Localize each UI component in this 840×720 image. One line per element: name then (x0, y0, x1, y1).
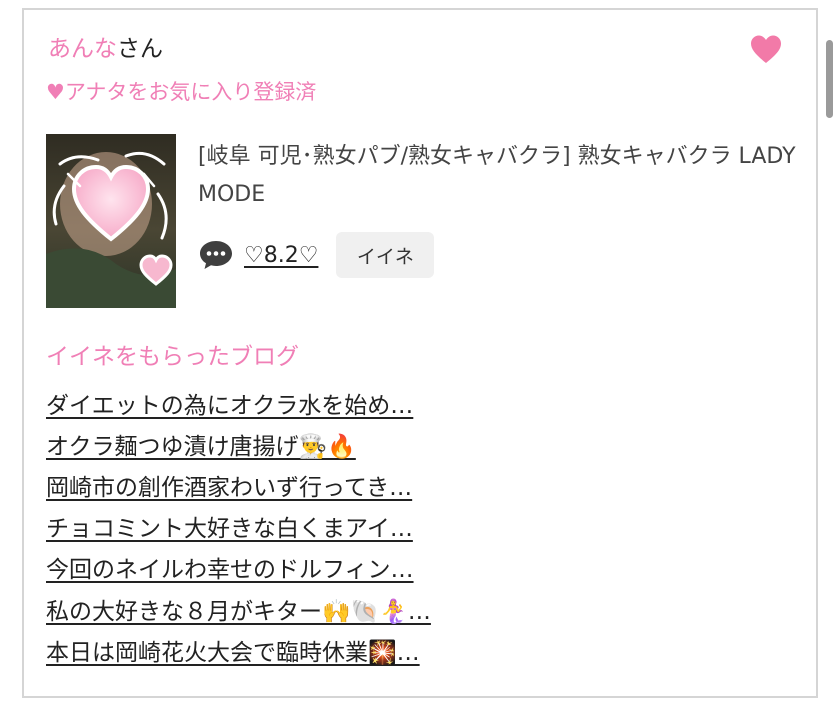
liked-blogs-heading: イイネをもらったブログ (46, 344, 299, 370)
list-item: 私の大好きな８月がキター🙌🐚🧜‍♀️… (46, 588, 431, 629)
name-honorific: さん (117, 36, 163, 62)
blog-link[interactable]: 本日は岡崎花火大会で臨時休業🎇… (46, 633, 420, 667)
heart-icon (751, 35, 781, 63)
blurred-portrait-image (46, 134, 176, 308)
blog-link[interactable]: 岡崎市の創作酒家わいず行ってき… (46, 468, 412, 502)
chat-bubble-icon (200, 241, 232, 269)
blog-link[interactable]: オクラ麺つゆ漬け唐揚げ👨‍🍳🔥 (46, 427, 356, 461)
list-item: チョコミント大好きな白くまアイ… (46, 506, 431, 547)
list-item: 本日は岡崎花火大会で臨時休業🎇… (46, 629, 431, 670)
list-item: 今回のネイルわ幸せのドルフィン… (46, 547, 431, 588)
iine-button[interactable]: イイネ (336, 232, 435, 278)
favorite-heart-button[interactable] (750, 34, 782, 66)
list-item: オクラ麺つゆ漬け唐揚げ👨‍🍳🔥 (46, 423, 431, 464)
blog-link[interactable]: 今回のネイルわ幸せのドルフィン… (46, 550, 414, 584)
profile-card: あんなさん ♥アナタをお気に入り登録済 [岐阜 可児･熟女パブ/熟女キャバクラ]… (22, 8, 818, 698)
girl-name-row: あんなさん (48, 32, 163, 66)
rating-score[interactable]: ♡8.2♡ (244, 243, 318, 268)
list-item: ダイエットの為にオクラ水を始め… (46, 382, 431, 423)
blog-link[interactable]: ダイエットの為にオクラ水を始め… (46, 386, 413, 420)
liked-blogs-list: ダイエットの為にオクラ水を始め… オクラ麺つゆ漬け唐揚げ👨‍🍳🔥 岡崎市の創作酒… (46, 382, 431, 670)
blog-link[interactable]: 私の大好きな８月がキター🙌🐚🧜‍♀️… (46, 592, 431, 626)
profile-meta-row: ♡8.2♡ イイネ (198, 232, 435, 278)
girl-name[interactable]: あんな (48, 36, 117, 62)
shop-name-link[interactable]: [岐阜 可児･熟女パブ/熟女キャバクラ] 熟女キャバクラ LADY MODE (198, 138, 798, 214)
blog-link[interactable]: チョコミント大好きな白くまアイ… (46, 509, 413, 543)
girl-photo[interactable] (46, 134, 176, 308)
vertical-scrollbar[interactable] (826, 40, 833, 118)
list-item: 岡崎市の創作酒家わいず行ってき… (46, 464, 431, 505)
favorite-status-text: ♥アナタをお気に入り登録済 (46, 80, 317, 104)
